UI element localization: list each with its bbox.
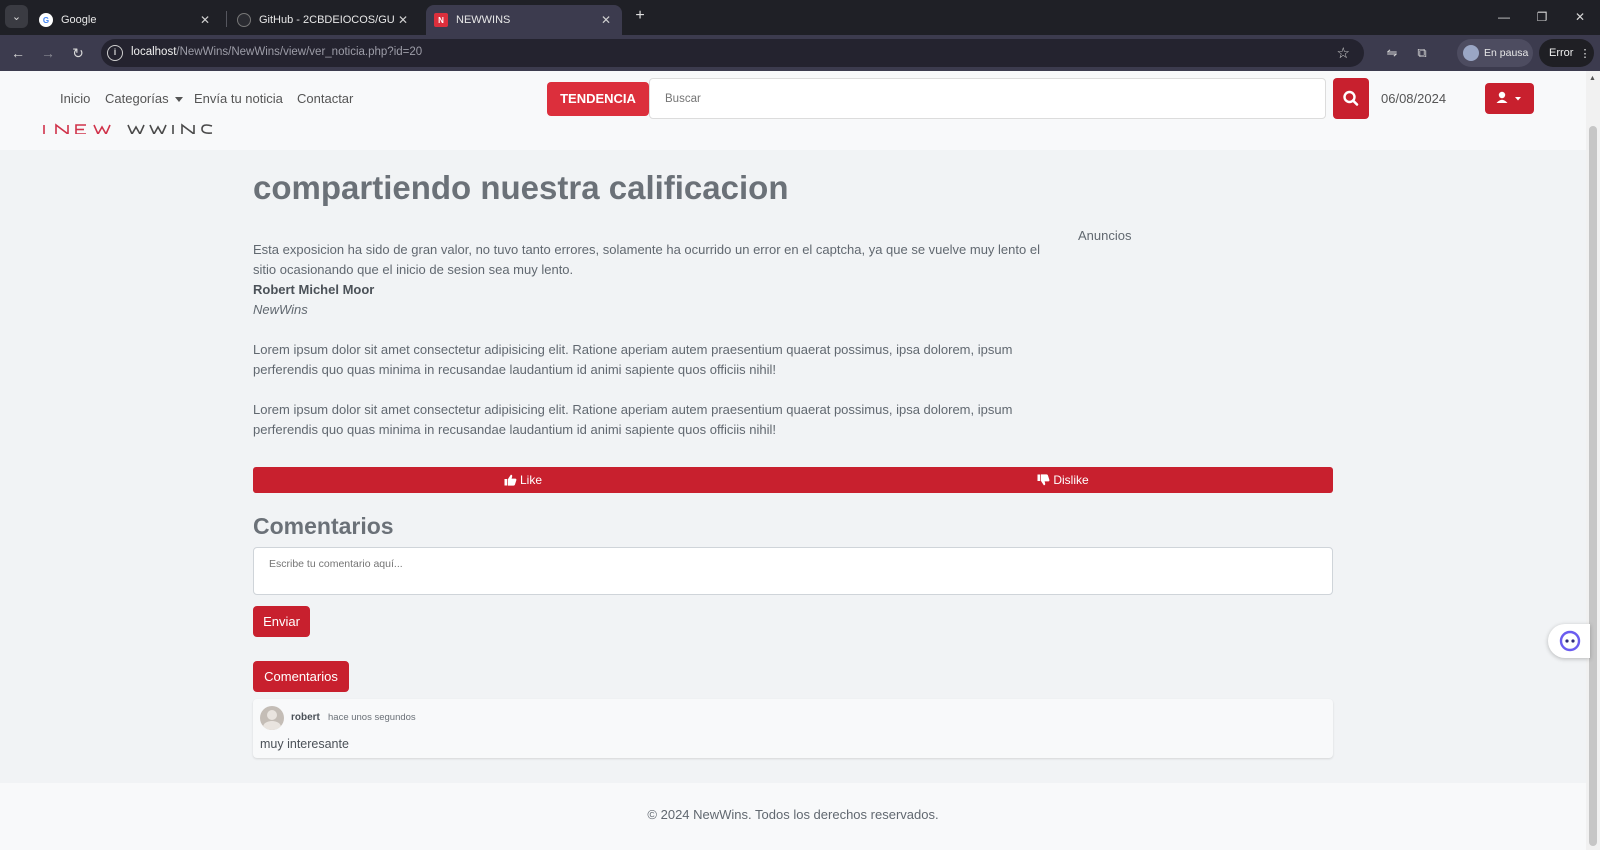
- error-menu-button[interactable]: Error ⋮: [1539, 39, 1594, 67]
- caret-down-icon: [1515, 97, 1521, 101]
- avatar: [260, 706, 284, 730]
- comments-heading: Comentarios: [253, 513, 394, 539]
- close-icon[interactable]: ✕: [395, 13, 411, 27]
- restore-icon[interactable]: ❐: [1524, 6, 1560, 28]
- search-icon: [1343, 90, 1359, 106]
- forward-icon[interactable]: →: [37, 42, 59, 64]
- article-author: Robert Michel Moor: [253, 282, 375, 297]
- comment-item: robert hace unos segundos muy interesant…: [253, 699, 1333, 758]
- browser-toolbar: ← → ↻ i localhost/NewWins/NewWins/view/v…: [0, 35, 1600, 71]
- show-comments-button[interactable]: Comentarios: [253, 661, 349, 692]
- ads-label: Anuncios: [1078, 228, 1132, 243]
- reload-icon[interactable]: ↻: [67, 42, 89, 64]
- search-button[interactable]: [1333, 78, 1369, 119]
- like-button[interactable]: Like: [253, 467, 793, 493]
- github-icon: [237, 13, 251, 27]
- kebab-menu-icon: ⋮: [1579, 47, 1591, 60]
- close-icon[interactable]: ✕: [197, 13, 213, 27]
- url-text: localhost/NewWins/NewWins/view/ver_notic…: [131, 46, 423, 58]
- profile-button[interactable]: En pausa: [1457, 39, 1533, 67]
- minimize-icon[interactable]: —: [1486, 6, 1522, 28]
- current-date: 06/08/2024: [1381, 91, 1447, 106]
- translate-icon[interactable]: ⇋: [1381, 42, 1403, 64]
- nav-contactar[interactable]: Contactar: [297, 91, 353, 106]
- bookmark-star-icon[interactable]: ☆: [1337, 44, 1350, 62]
- caret-down-icon: [174, 97, 183, 103]
- assistant-chat-button[interactable]: [1548, 624, 1590, 658]
- site-info-icon[interactable]: i: [107, 45, 123, 61]
- article-paragraph: Lorem ipsum dolor sit amet consectetur a…: [253, 342, 1013, 377]
- user-menu-button[interactable]: [1485, 83, 1534, 114]
- site-header: Inicio Categorías Envía tu noticia Conta…: [0, 71, 1586, 150]
- tab-search-icon[interactable]: ⌄: [5, 5, 28, 28]
- scrollbar-thumb[interactable]: [1589, 126, 1597, 846]
- vote-bar: Like Dislike: [253, 467, 1333, 493]
- google-icon: G: [39, 13, 53, 27]
- dislike-button[interactable]: Dislike: [793, 467, 1333, 493]
- nav-categorias[interactable]: Categorías: [105, 91, 183, 106]
- trend-button[interactable]: TENDENCIA: [547, 82, 649, 116]
- user-icon: [1496, 91, 1521, 103]
- profile-avatar-icon: [1463, 45, 1479, 61]
- avatar-head-shape: [267, 710, 277, 720]
- close-icon[interactable]: ✕: [598, 13, 614, 27]
- nav-inicio[interactable]: Inicio: [60, 91, 90, 106]
- new-tab-icon[interactable]: +: [630, 6, 650, 26]
- assistant-face-icon: [1559, 630, 1581, 652]
- tab-divider: [226, 11, 227, 27]
- search-input[interactable]: [649, 78, 1326, 119]
- article-title: compartiendo nuestra calificacion: [253, 169, 789, 206]
- site-logo[interactable]: [42, 121, 217, 139]
- tab-newwins[interactable]: N NEWWINS ✕: [426, 5, 622, 35]
- article-source: NewWins: [253, 302, 308, 317]
- extensions-icon[interactable]: ⧉: [1411, 42, 1433, 64]
- page-content: Inicio Categorías Envía tu noticia Conta…: [0, 71, 1586, 850]
- comment-textarea[interactable]: [253, 547, 1333, 595]
- comment-text: muy interesante: [260, 737, 349, 751]
- article-body: Esta exposicion ha sido de gran valor, n…: [253, 240, 1063, 440]
- thumbs-up-icon: [504, 474, 517, 486]
- address-bar[interactable]: i localhost/NewWins/NewWins/view/ver_not…: [101, 39, 1364, 67]
- footer-copyright: © 2024 NewWins. Todos los derechos reser…: [647, 807, 939, 822]
- comment-username: robert: [291, 712, 320, 723]
- scroll-up-icon[interactable]: ▲: [1589, 75, 1596, 82]
- page-scrollbar[interactable]: ▲: [1586, 71, 1600, 850]
- site-footer: © 2024 NewWins. Todos los derechos reser…: [0, 783, 1586, 850]
- send-comment-button[interactable]: Enviar: [253, 606, 310, 637]
- window-close-icon[interactable]: ✕: [1562, 6, 1598, 28]
- newwins-favicon-icon: N: [434, 13, 448, 27]
- nav-envia-noticia[interactable]: Envía tu noticia: [194, 91, 283, 106]
- tab-github[interactable]: GitHub - 2CBDEIOCOS/GUAVIA ✕: [229, 5, 419, 35]
- browser-tabstrip: ⌄ G Google ✕ GitHub - 2CBDEIOCOS/GUAVIA …: [0, 0, 1600, 35]
- tab-google[interactable]: G Google ✕: [31, 5, 221, 35]
- thumbs-down-icon: [1037, 474, 1050, 486]
- newwins-logo: [43, 123, 213, 136]
- avatar-body-shape: [263, 721, 281, 730]
- comment-timestamp: hace unos segundos: [328, 712, 416, 723]
- article-paragraph: Lorem ipsum dolor sit amet consectetur a…: [253, 402, 1013, 437]
- article-intro: Esta exposicion ha sido de gran valor, n…: [253, 242, 1040, 277]
- back-icon[interactable]: ←: [7, 42, 29, 64]
